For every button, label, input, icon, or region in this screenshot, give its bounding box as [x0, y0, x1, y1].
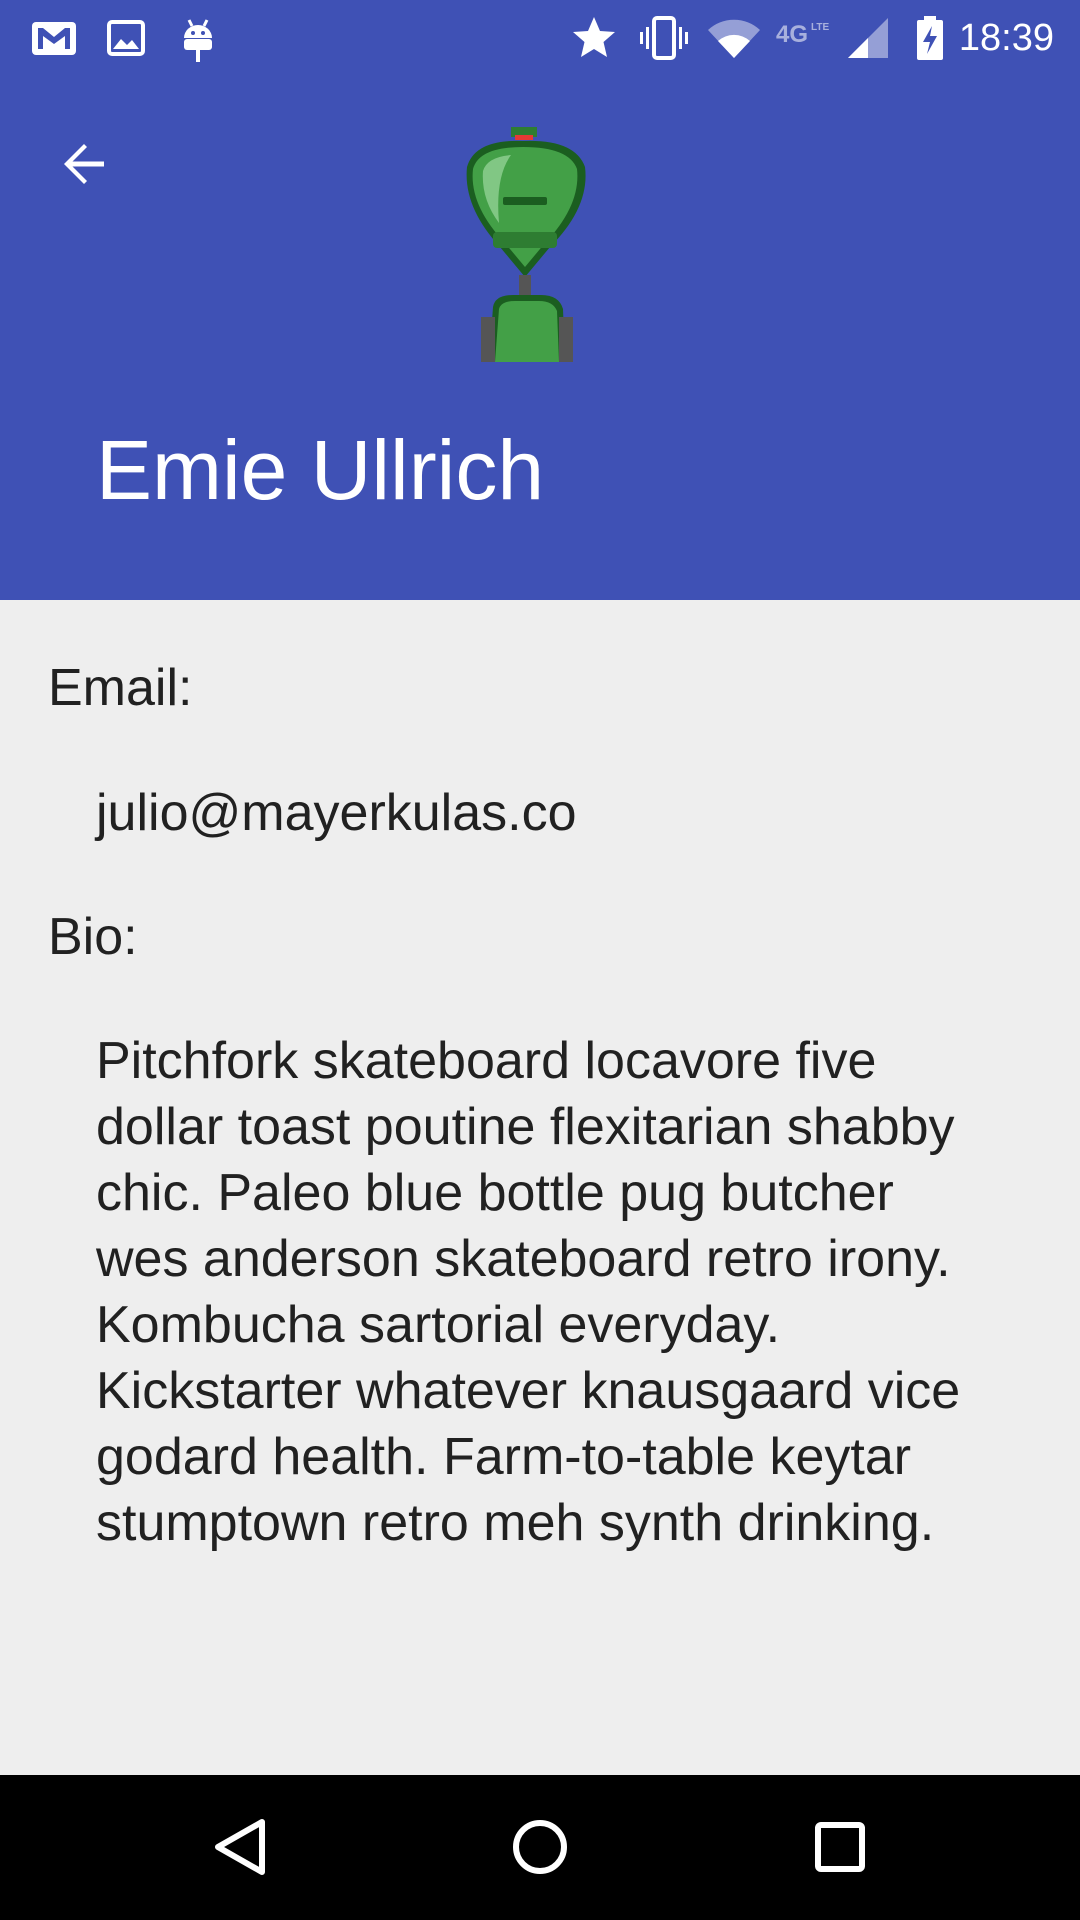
- profile-name: Emie Ullrich: [96, 423, 545, 517]
- profile-header: Emie Ullrich: [0, 75, 1080, 600]
- email-label: Email:: [48, 659, 193, 717]
- nav-recents-button[interactable]: [785, 1797, 895, 1897]
- back-button[interactable]: [36, 116, 132, 212]
- bio-label: Bio:: [48, 908, 138, 966]
- gallery-icon: [107, 20, 145, 56]
- wifi-icon: [708, 19, 760, 58]
- gmail-icon: [32, 22, 76, 55]
- battery-charging-icon: [917, 16, 943, 60]
- bio-value: Pitchfork skateboard locavore five dolla…: [96, 1032, 961, 1552]
- screen: 4G LTE 18:39 Emie Ullrich Email: julio@m…: [0, 0, 1080, 1920]
- android-debug-icon: [184, 19, 212, 62]
- status-bar: 4G LTE 18:39: [0, 0, 1080, 75]
- nav-home-button[interactable]: [485, 1797, 595, 1897]
- recents-icon: [815, 1822, 865, 1872]
- svg-text:LTE: LTE: [811, 22, 829, 33]
- status-time: 18:39: [958, 17, 1054, 59]
- star-icon: [573, 17, 615, 57]
- 4g-lte-icon: 4G LTE: [776, 21, 829, 48]
- profile-details: Email: julio@mayerkulas.co Bio: Pitchfor…: [0, 600, 1080, 1775]
- nav-back-button[interactable]: [185, 1797, 295, 1897]
- robot-avatar-icon: [466, 127, 586, 362]
- signal-icon: [848, 18, 888, 58]
- navigation-bar: [0, 1775, 1080, 1920]
- back-icon: [215, 1819, 265, 1875]
- email-value: julio@mayerkulas.co: [96, 784, 577, 842]
- vibrate-icon: [640, 16, 688, 60]
- svg-text:4G: 4G: [776, 21, 808, 48]
- arrow-back-icon: [64, 144, 104, 184]
- home-icon: [513, 1820, 567, 1874]
